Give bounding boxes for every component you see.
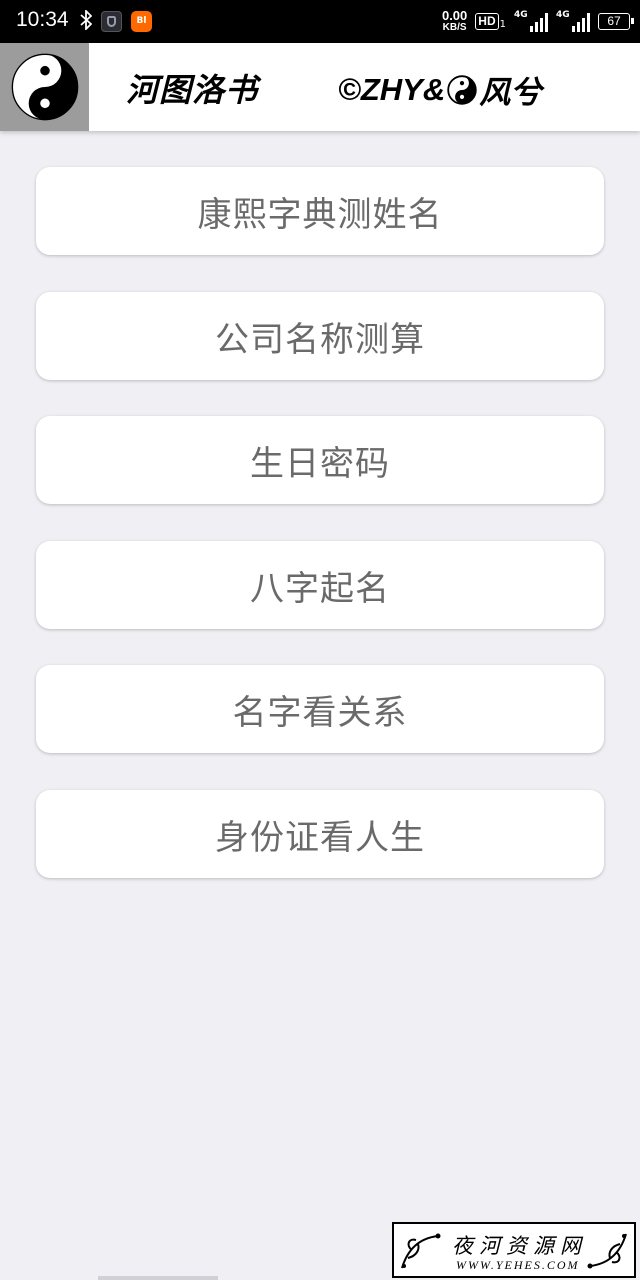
shield-app-icon bbox=[101, 11, 122, 32]
ornament-right-icon bbox=[587, 1233, 627, 1269]
sim1-network-type: 4G bbox=[514, 9, 528, 20]
bazi-naming-button[interactable]: 八字起名 bbox=[36, 541, 604, 629]
watermark-url: WWW.YEHES.COM bbox=[456, 1258, 580, 1272]
name-relationship-button[interactable]: 名字看关系 bbox=[36, 665, 604, 753]
signal-icon-sim1: 4G bbox=[514, 9, 548, 32]
hd-indicator: HD 1 bbox=[475, 13, 506, 30]
network-speed: 0.00 KB/S bbox=[441, 7, 468, 34]
battery-icon: 67 bbox=[598, 13, 634, 30]
network-speed-value: 0.00 bbox=[441, 7, 468, 23]
status-bar: 10:34 Bl 0.00 KB/S HD 1 4G 4G 67 bbox=[0, 0, 640, 43]
watermark-text: 夜河资源网 bbox=[452, 1234, 587, 1258]
nav-bar-indicator bbox=[98, 1276, 218, 1280]
sim2-network-type: 4G bbox=[556, 9, 570, 20]
watermark-banner: 夜河资源网 WWW.YEHES.COM bbox=[392, 1222, 636, 1278]
network-speed-unit: KB/S bbox=[442, 21, 467, 33]
app-notification-icon: Bl bbox=[131, 11, 152, 32]
ornament-left-icon bbox=[401, 1233, 441, 1269]
id-card-life-button[interactable]: 身份证看人生 bbox=[36, 790, 604, 878]
yin-yang-icon bbox=[447, 74, 477, 105]
status-time: 10:34 bbox=[16, 8, 69, 31]
company-name-test-button[interactable]: 公司名称测算 bbox=[36, 292, 604, 380]
yin-yang-logo-icon bbox=[0, 43, 89, 131]
status-indicators: 0.00 KB/S HD 1 4G 4G 67 bbox=[441, 6, 634, 37]
app-title: 河图洛书 bbox=[126, 71, 259, 109]
hd-sub: 1 bbox=[499, 19, 506, 30]
app-header: 河图洛书 ©ZHY& 风兮 bbox=[0, 43, 640, 131]
copyright-suffix: 风兮 bbox=[479, 75, 542, 111]
copyright-prefix: ©ZHY& bbox=[338, 71, 446, 107]
birthday-code-button[interactable]: 生日密码 bbox=[36, 416, 604, 504]
bluetooth-icon bbox=[80, 8, 93, 35]
signal-icon-sim2: 4G bbox=[556, 9, 590, 32]
hd-icon: HD bbox=[475, 13, 499, 30]
copyright-text: ©ZHY& 风兮 bbox=[338, 67, 541, 112]
kangxi-name-test-button[interactable]: 康熙字典测姓名 bbox=[36, 167, 604, 255]
